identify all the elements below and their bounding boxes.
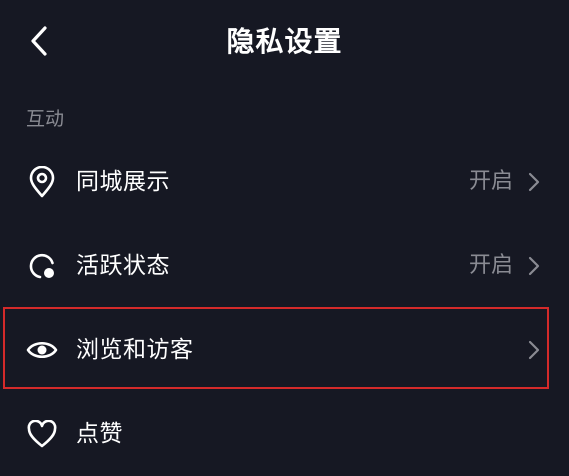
setting-value: 开启 xyxy=(468,169,513,194)
activity-status-icon xyxy=(29,253,54,279)
chevron-right-icon xyxy=(528,256,540,276)
chevron-right-icon xyxy=(528,172,540,192)
setting-label: 点赞 xyxy=(76,421,123,447)
setting-row-active-status[interactable]: 活跃状态 开启 xyxy=(0,224,569,308)
heart-icon xyxy=(27,420,57,448)
section-title-interaction: 互动 xyxy=(26,108,65,130)
location-pin-icon xyxy=(29,166,55,198)
navigation-header: 隐私设置 xyxy=(0,0,569,84)
setting-row-likes[interactable]: 点赞 xyxy=(0,392,569,476)
page-title: 隐私设置 xyxy=(226,25,343,58)
chevron-right-icon xyxy=(528,340,540,360)
setting-label: 浏览和访客 xyxy=(76,337,194,363)
setting-value: 开启 xyxy=(468,253,513,278)
setting-row-nearby-display[interactable]: 同城展示 开启 xyxy=(0,140,569,224)
setting-label: 同城展示 xyxy=(76,169,170,195)
setting-row-browse-and-visitors[interactable]: 浏览和访客 xyxy=(0,308,569,392)
setting-label: 活跃状态 xyxy=(76,253,170,279)
eye-icon xyxy=(26,341,58,359)
